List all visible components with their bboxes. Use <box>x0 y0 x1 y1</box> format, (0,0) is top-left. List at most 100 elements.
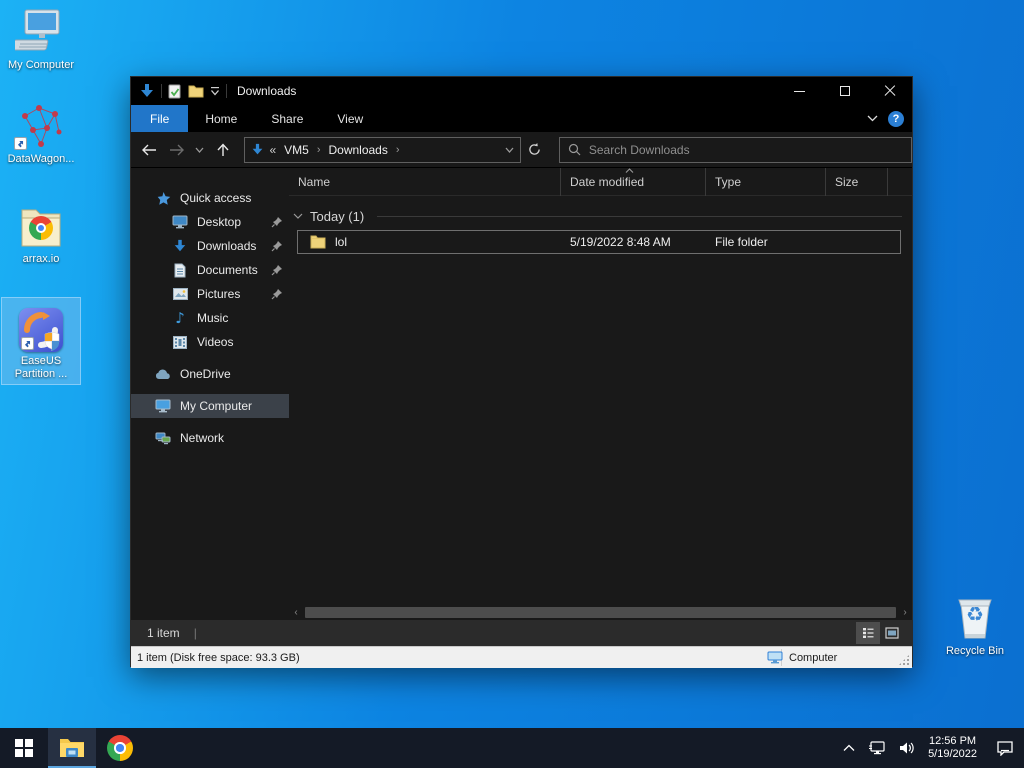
desktop-icon-label: DataWagon... <box>7 153 75 165</box>
sidebar-item-documents[interactable]: Documents <box>131 258 289 282</box>
taskbar: 12:56 PM 5/19/2022 <box>0 728 1024 768</box>
group-collapse-icon[interactable] <box>293 213 303 219</box>
forward-button[interactable] <box>163 136 191 164</box>
breadcrumb-vm5[interactable]: VM5 <box>281 143 312 157</box>
refresh-button[interactable] <box>521 137 549 163</box>
computer-icon <box>155 398 171 414</box>
column-headers: Name Date modified Type Size <box>289 168 912 196</box>
back-button[interactable] <box>135 136 163 164</box>
tray-chevron-up-icon[interactable] <box>843 744 855 752</box>
file-type: File folder <box>715 235 768 249</box>
ribbon-collapse-icon[interactable] <box>867 115 878 122</box>
sidebar-item-pictures[interactable]: Pictures <box>131 282 289 306</box>
sidebar-item-downloads[interactable]: Downloads <box>131 234 289 258</box>
desktop-icon-my-computer[interactable]: My Computer <box>2 6 80 72</box>
sidebar-item-label: Music <box>197 311 229 325</box>
sidebar-item-videos[interactable]: Videos <box>131 330 289 354</box>
desktop-icon-label: arrax.io <box>22 253 60 265</box>
pin-icon <box>271 264 283 276</box>
column-label: Type <box>715 175 742 189</box>
scrollbar-thumb[interactable] <box>305 606 896 618</box>
horizontal-scrollbar[interactable]: ‹ › <box>289 604 912 620</box>
folder-icon <box>310 235 326 249</box>
sidebar-item-quick-access[interactable]: Quick access <box>131 186 289 210</box>
computer-zone-label: Computer <box>789 651 838 664</box>
close-button[interactable] <box>867 77 912 105</box>
sidebar-item-label: Pictures <box>197 287 241 301</box>
tab-view[interactable]: View <box>320 105 380 132</box>
desktop-icon-datawagon[interactable]: DataWagon... <box>2 100 80 166</box>
address-dropdown-icon[interactable] <box>505 147 514 153</box>
tray-network-icon[interactable] <box>868 741 886 755</box>
search-box[interactable] <box>558 136 912 163</box>
videos-icon <box>172 334 188 350</box>
pin-icon <box>271 240 283 252</box>
column-header-type[interactable]: Type <box>706 168 826 196</box>
desktop-icon <box>172 214 188 230</box>
file-date-modified: 5/19/2022 8:48 AM <box>570 235 671 249</box>
scroll-right-icon[interactable]: › <box>898 607 912 618</box>
help-button[interactable]: ? <box>888 110 904 127</box>
sidebar-item-label: OneDrive <box>180 367 231 381</box>
details-view-button[interactable] <box>856 622 880 644</box>
title-bar[interactable]: Downloads <box>131 77 912 105</box>
maximize-icon <box>839 86 850 96</box>
taskbar-clock[interactable]: 12:56 PM 5/19/2022 <box>928 735 977 761</box>
maximize-button[interactable] <box>822 77 867 105</box>
search-input[interactable] <box>588 142 903 157</box>
file-list-pane[interactable]: Name Date modified Type Size Today (1) l… <box>289 168 912 604</box>
qat-separator <box>226 84 227 98</box>
new-folder-icon[interactable] <box>188 84 204 98</box>
status-bar: 1 item | <box>131 620 912 646</box>
desktop-icon-easeus[interactable]: EaseUS Partition ... <box>1 297 81 385</box>
address-bar[interactable]: « VM5 › Downloads › <box>244 136 521 163</box>
recycle-bin-icon: ♻ <box>936 592 1014 642</box>
tab-share[interactable]: Share <box>254 105 320 132</box>
tab-home[interactable]: Home <box>188 105 254 132</box>
window-title: Downloads <box>237 84 297 98</box>
qat-customize-icon[interactable] <box>210 86 220 96</box>
crumb-separator-icon[interactable]: › <box>396 144 400 156</box>
file-row-lol[interactable]: lol 5/19/2022 8:48 AM File folder <box>297 230 901 254</box>
tray-volume-icon[interactable] <box>899 741 915 755</box>
sidebar-item-network[interactable]: Network <box>131 426 289 450</box>
quick-access-star-icon <box>155 190 171 206</box>
sidebar-item-label: My Computer <box>180 399 253 413</box>
large-icons-view-button[interactable] <box>880 622 904 644</box>
crumb-separator-icon[interactable]: › <box>317 144 321 156</box>
desktop-icon-recycle-bin[interactable]: ♻ Recycle Bin <box>936 592 1014 658</box>
navigation-pane: Quick access Desktop Downloads Documents… <box>131 168 289 604</box>
group-header-today[interactable]: Today (1) <box>293 205 902 227</box>
sidebar-item-my-computer[interactable]: My Computer <box>131 394 289 418</box>
column-header-name[interactable]: Name <box>289 168 561 196</box>
action-center-icon[interactable] <box>996 740 1014 756</box>
breadcrumb-downloads[interactable]: Downloads <box>325 143 390 157</box>
item-count: 1 item <box>147 626 180 640</box>
tab-label: File <box>150 111 170 126</box>
scroll-left-icon[interactable]: ‹ <box>289 607 303 618</box>
start-button[interactable] <box>0 728 48 768</box>
properties-icon[interactable] <box>168 84 182 99</box>
column-header-date-modified[interactable]: Date modified <box>561 168 706 196</box>
ribbon-tabs: File Home Share View ? <box>131 105 912 132</box>
computer-zone-icon <box>767 651 783 664</box>
minimize-button[interactable] <box>777 77 822 105</box>
desktop-icon-label: My Computer <box>7 59 75 71</box>
taskbar-file-explorer-button[interactable] <box>48 728 96 768</box>
resize-grip[interactable] <box>898 654 910 666</box>
sidebar-item-music[interactable]: ♪ Music <box>131 306 289 330</box>
tab-file[interactable]: File <box>131 105 189 132</box>
desktop-icon-arrax[interactable]: arrax.io <box>2 200 80 266</box>
column-header-size[interactable]: Size <box>826 168 888 196</box>
sidebar-item-onedrive[interactable]: OneDrive <box>131 362 289 386</box>
desktop[interactable]: My Computer DataWagon... arrax.io EaseUS… <box>0 0 1024 768</box>
collapsed-crumbs-icon[interactable]: « <box>269 143 276 157</box>
recent-locations-icon[interactable] <box>191 136 209 164</box>
search-icon <box>568 143 581 156</box>
up-button[interactable] <box>209 136 237 164</box>
clock-time: 12:56 PM <box>928 735 977 747</box>
pictures-icon <box>172 286 188 302</box>
taskbar-chrome-button[interactable] <box>96 728 144 768</box>
status-separator: | <box>193 626 197 640</box>
sidebar-item-desktop[interactable]: Desktop <box>131 210 289 234</box>
